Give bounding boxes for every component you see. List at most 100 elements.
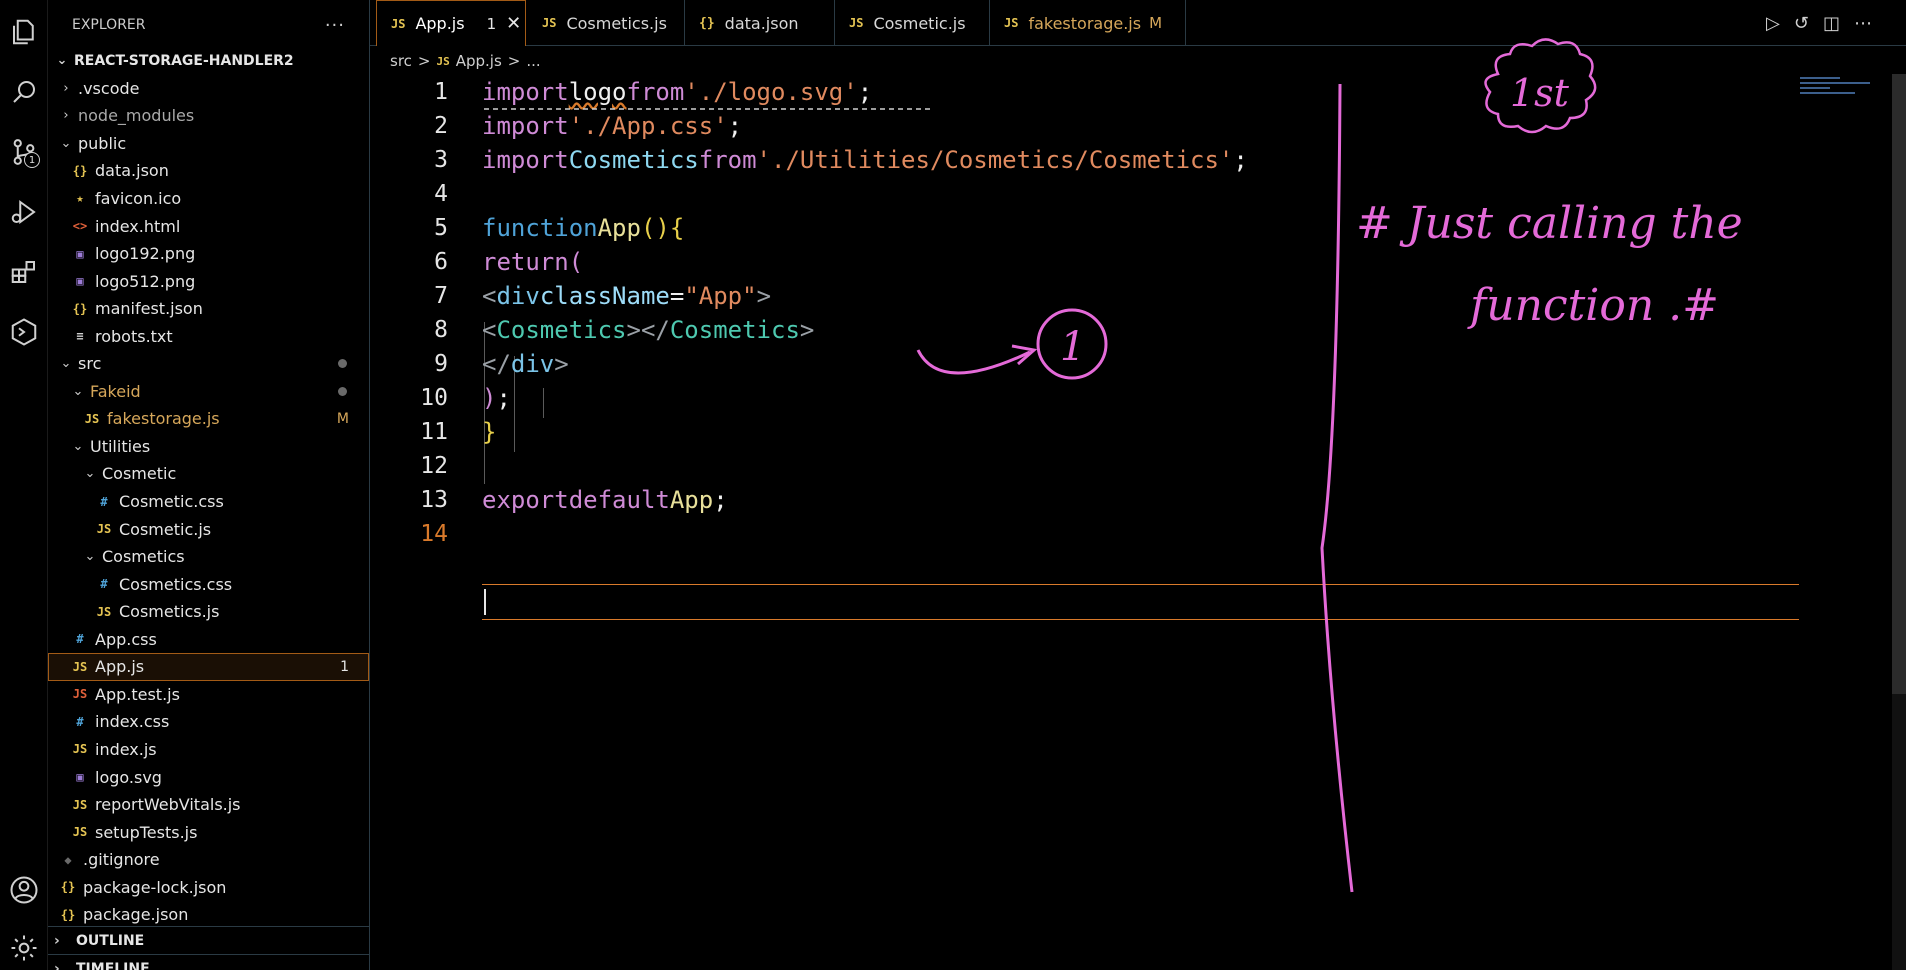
line-number: 4: [434, 181, 448, 207]
tree-file[interactable]: ★ favicon.ico: [48, 185, 369, 213]
tree-folder[interactable]: › node_modules: [48, 102, 369, 130]
chevron-right-icon: ›: [63, 108, 69, 124]
current-line-highlight: [482, 584, 1799, 620]
tree-file[interactable]: # Cosmetic.css: [48, 488, 369, 516]
tree-file[interactable]: JS setupTests.js: [48, 818, 369, 846]
breadcrumb-more[interactable]: ...: [526, 52, 540, 70]
tree-item-label: .vscode: [78, 78, 140, 98]
file-type-icon: ◆: [64, 852, 72, 867]
code-text: < div className = "App" >: [482, 282, 772, 310]
tree-item-label: robots.txt: [95, 326, 173, 346]
tab-cosmetic-js[interactable]: JS Cosmetic.js: [835, 0, 990, 46]
line-number: 11: [420, 419, 448, 445]
timeline-section[interactable]: › TIMELINE: [48, 954, 369, 970]
settings-gear-icon[interactable]: [6, 930, 42, 966]
tree-file[interactable]: JS App.js 1: [48, 653, 369, 681]
file-type-icon: ★: [76, 191, 84, 206]
outline-section[interactable]: › OUTLINE: [48, 926, 369, 954]
tree-folder[interactable]: ⌄ Utilities: [48, 433, 369, 461]
breadcrumb-src[interactable]: src: [390, 52, 412, 70]
workspace-root[interactable]: ⌄ REACT-STORAGE-HANDLER2: [48, 47, 369, 75]
tree-file[interactable]: {} data.json: [48, 157, 369, 185]
chevron-down-icon: ⌄: [84, 549, 96, 565]
tree-file[interactable]: JS index.js: [48, 736, 369, 764]
tree-file[interactable]: ▣ logo512.png: [48, 267, 369, 295]
search-icon[interactable]: [6, 74, 42, 110]
scrollbar-thumb[interactable]: [1892, 74, 1906, 694]
timeline-history-icon[interactable]: ↺: [1794, 13, 1809, 34]
tree-file[interactable]: # App.css: [48, 626, 369, 654]
line-number: 5: [434, 215, 448, 241]
code-text: </div >: [482, 350, 569, 378]
line-number: 6: [434, 249, 448, 275]
tree-file[interactable]: ▣ logo192.png: [48, 240, 369, 268]
tab-app-js[interactable]: JS App.js 1 ✕: [376, 0, 526, 46]
extensions-icon[interactable]: [6, 254, 42, 290]
tree-file[interactable]: JS Cosmetics.js: [48, 598, 369, 626]
tree-file[interactable]: # Cosmetics.css: [48, 570, 369, 598]
code-text: }: [482, 418, 497, 446]
remote-explorer-icon[interactable]: [6, 314, 42, 350]
tree-item-label: .gitignore: [83, 850, 160, 870]
file-type-icon: JS: [72, 659, 88, 674]
explorer-icon[interactable]: [6, 14, 42, 50]
tree-folder[interactable]: ⌄ Cosmetic: [48, 460, 369, 488]
tree-file[interactable]: {} package.json: [48, 901, 369, 929]
code-line: 3 import Cosmetics from './Utilities/Cos…: [370, 143, 1248, 177]
tree-item-label: Cosmetic.js: [119, 519, 212, 539]
file-type-icon: JS: [72, 742, 88, 757]
tab-cosmetics-js[interactable]: JS Cosmetics.js: [528, 0, 685, 46]
code-line: 9 </div >: [370, 347, 569, 381]
code-line: 11 }: [370, 415, 496, 449]
split-editor-icon[interactable]: ◫: [1823, 13, 1840, 34]
code-text: );: [482, 384, 511, 412]
tab-fakestorage-js[interactable]: JS fakestorage.js M: [990, 0, 1186, 46]
tree-file[interactable]: ▣ logo.svg: [48, 763, 369, 791]
tree-item-label: Cosmetic: [102, 464, 177, 484]
tree-item-label: src: [78, 354, 102, 374]
js-file-icon: JS: [849, 16, 864, 30]
code-editor[interactable]: 1 import logo from './logo.svg'; 2 impor…: [370, 74, 1906, 970]
tree-file[interactable]: ◆ .gitignore: [48, 846, 369, 874]
file-type-icon: ▣: [76, 274, 84, 289]
line-number: 12: [420, 453, 448, 479]
js-file-icon: JS: [391, 16, 406, 31]
breadcrumb-separator: >: [417, 52, 431, 70]
run-debug-icon[interactable]: [6, 194, 42, 230]
explorer-sidebar: EXPLORER ··· ⌄ REACT-STORAGE-HANDLER2 ›.…: [48, 0, 370, 970]
file-type-icon: JS: [96, 604, 112, 619]
tree-folder[interactable]: ⌄ Fakeid: [48, 378, 369, 406]
tree-file[interactable]: # index.css: [48, 708, 369, 736]
tree-folder[interactable]: ⌄ src: [48, 350, 369, 378]
tree-file[interactable]: JS fakestorage.js M: [48, 405, 369, 433]
tree-file[interactable]: JS reportWebVitals.js: [48, 791, 369, 819]
account-icon[interactable]: [6, 872, 42, 908]
tree-folder[interactable]: ⌄ Cosmetics: [48, 543, 369, 571]
breadcrumb-file[interactable]: App.js: [456, 52, 502, 70]
code-line: 14: [370, 517, 448, 551]
minimap[interactable]: [1800, 74, 1892, 114]
tree-file[interactable]: JS Cosmetic.js: [48, 515, 369, 543]
tree-folder[interactable]: › .vscode: [48, 75, 369, 103]
tree-file[interactable]: {} manifest.json: [48, 295, 369, 323]
tree-folder[interactable]: ⌄ public: [48, 130, 369, 158]
text-cursor: [484, 589, 486, 615]
more-actions-icon[interactable]: ···: [325, 15, 345, 36]
js-file-icon: JS: [1004, 16, 1019, 30]
tree-item-label: fakestorage.js: [107, 409, 220, 429]
source-control-icon[interactable]: 1: [6, 134, 42, 170]
line-number: 8: [434, 317, 448, 343]
code-text: import logo from './logo.svg';: [482, 78, 873, 106]
chevron-right-icon: ›: [54, 960, 60, 970]
tree-file[interactable]: JS App.test.js: [48, 681, 369, 709]
editor-actions: ▷ ↺ ◫ ⋯: [1766, 0, 1906, 46]
tree-file[interactable]: <> index.html: [48, 212, 369, 240]
run-icon[interactable]: ▷: [1766, 13, 1780, 34]
close-icon[interactable]: ✕: [506, 13, 521, 34]
indent-guide: [543, 388, 544, 418]
tree-file[interactable]: {} package-lock.json: [48, 873, 369, 901]
chevron-down-icon: ⌄: [56, 53, 68, 69]
more-actions-icon[interactable]: ⋯: [1854, 13, 1872, 34]
tab-data-json[interactable]: {} data.json: [685, 0, 835, 46]
tree-file[interactable]: ≡ robots.txt: [48, 322, 369, 350]
